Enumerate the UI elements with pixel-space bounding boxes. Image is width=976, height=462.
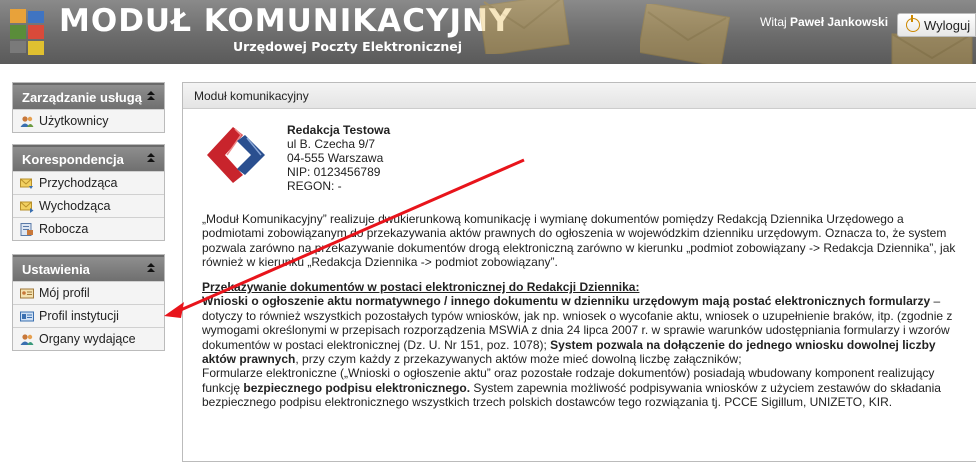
sidebar-item-users[interactable]: Użytkownicy <box>13 109 164 132</box>
app-header: MODUŁ KOMUNIKACYJNY Urzędowej Poczty Ele… <box>0 0 976 64</box>
app-title: MODUŁ KOMUNIKACYJNY <box>59 3 513 39</box>
collapse-icon[interactable] <box>146 153 156 165</box>
app-logo-icon <box>10 9 44 55</box>
logout-button[interactable]: Wyloguj <box>897 13 976 37</box>
sidebar-panel-correspondence: Korespondencja Przychodząca Wychodząca R… <box>12 144 165 241</box>
main-panel-title: Moduł komunikacyjny <box>194 88 309 103</box>
sidebar-panel-settings: Ustawienia Mój profil Profil instytucji … <box>12 254 165 351</box>
sidebar-item-label: Użytkownicy <box>39 114 109 128</box>
envelope-decoration-icon <box>640 4 730 64</box>
institution-name: Redakcja Testowa <box>287 123 391 137</box>
sidebar-item-institution-profile[interactable]: Profil instytucji <box>13 304 164 327</box>
institution-street: ul B. Czecha 9/7 <box>287 137 376 151</box>
app-subtitle: Urzędowej Poczty Elektronicznej <box>233 39 463 54</box>
greeting-prefix: Witaj <box>760 15 787 29</box>
sidebar-item-drafts[interactable]: Robocza <box>13 217 164 240</box>
sidebar-item-label: Robocza <box>39 222 89 236</box>
sidebar-item-outgoing[interactable]: Wychodząca <box>13 194 164 217</box>
sidebar-item-label: Wychodząca <box>39 199 111 213</box>
sidebar-item-label: Przychodząca <box>39 176 118 190</box>
sidebar-item-issuing-bodies[interactable]: Organy wydające <box>13 327 164 350</box>
panel-header: Zarządzanie usługą <box>13 83 164 109</box>
intro-paragraph: „Moduł Komunikacyjny” realizuje dwukieru… <box>202 212 956 270</box>
signature-paragraph: Formularze elektroniczne („Wnioski o ogł… <box>202 366 962 409</box>
panel-header: Korespondencja <box>13 145 164 171</box>
outbox-icon <box>20 201 34 213</box>
greeting: Witaj Paweł Jankowski <box>760 15 888 29</box>
electronic-documents-section: Przekazywanie dokumentów w postaci elekt… <box>202 280 962 410</box>
signature-bold-text: bezpiecznego podpisu elektronicznego. <box>243 380 471 395</box>
institution-info: Redakcja Testowa ul B. Czecha 9/7 04-555… <box>287 123 390 193</box>
envelope-decoration-icon <box>480 0 570 54</box>
issuers-icon <box>20 333 34 345</box>
sidebar-item-label: Mój profil <box>39 286 90 300</box>
institution-card-icon <box>20 311 34 321</box>
panel-title: Ustawienia <box>22 261 90 277</box>
sidebar-panel-management: Zarządzanie usługą Użytkownicy <box>12 82 165 133</box>
sidebar-item-incoming[interactable]: Przychodząca <box>13 171 164 194</box>
forms-paragraph: Wnioski o ogłoszenie aktu normatywnego /… <box>202 294 962 366</box>
drafts-icon <box>20 222 33 236</box>
logout-label: Wyloguj <box>924 17 971 33</box>
power-icon <box>906 15 920 32</box>
profile-card-icon <box>20 288 34 298</box>
sidebar-item-my-profile[interactable]: Mój profil <box>13 281 164 304</box>
panel-title: Korespondencja <box>22 151 124 167</box>
sidebar-item-label: Profil instytucji <box>39 309 119 323</box>
main-panel-header: Moduł komunikacyjny <box>183 83 976 109</box>
attachments-text: , przy czym każdy z przekazywanych aktów… <box>295 352 742 367</box>
collapse-icon[interactable] <box>146 91 156 103</box>
sidebar-item-label: Organy wydające <box>39 332 136 346</box>
institution-nip: NIP: 0123456789 <box>287 165 381 179</box>
institution-city: 04-555 Warszawa <box>287 151 384 165</box>
user-name: Paweł Jankowski <box>790 15 889 29</box>
institution-regon: REGON: - <box>287 179 342 193</box>
collapse-icon[interactable] <box>146 263 156 275</box>
panel-title: Zarządzanie usługą <box>22 89 142 105</box>
institution-logo-icon <box>207 127 265 183</box>
main-panel: Moduł komunikacyjny Redakcja Testowa ul … <box>182 82 976 462</box>
inbox-icon <box>20 178 33 189</box>
panel-header: Ustawienia <box>13 255 164 281</box>
section-heading: Przekazywanie dokumentów w postaci elekt… <box>202 280 640 294</box>
forms-bold-text: Wnioski o ogłoszenie aktu normatywnego /… <box>202 294 931 309</box>
users-icon <box>20 115 34 127</box>
